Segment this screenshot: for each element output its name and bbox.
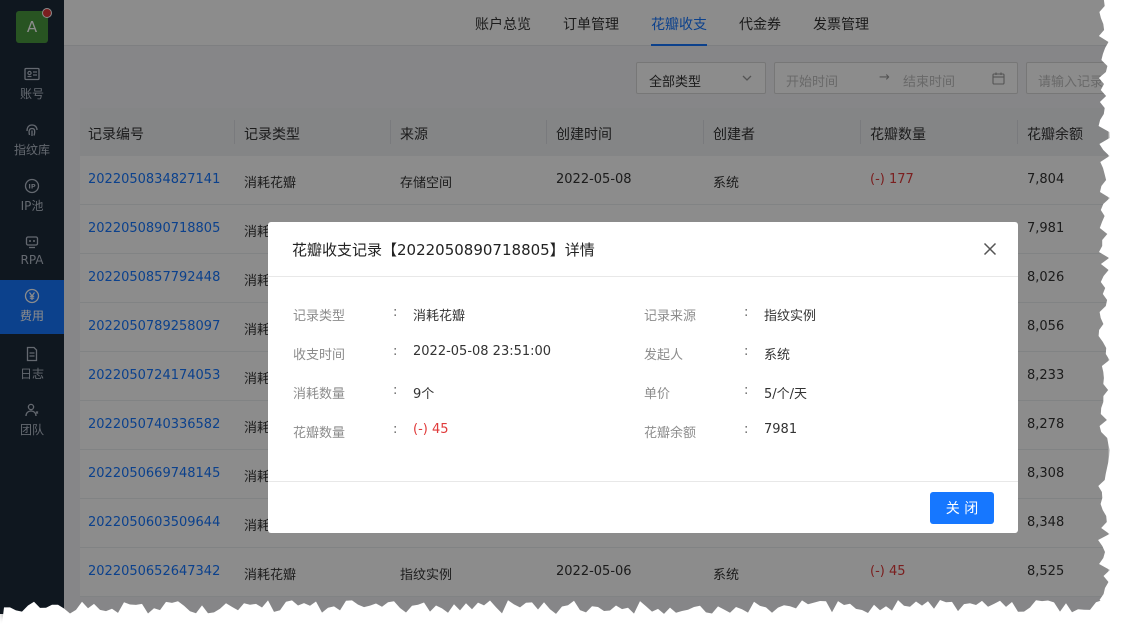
- torn-edge-decoration: [0, 0, 1133, 641]
